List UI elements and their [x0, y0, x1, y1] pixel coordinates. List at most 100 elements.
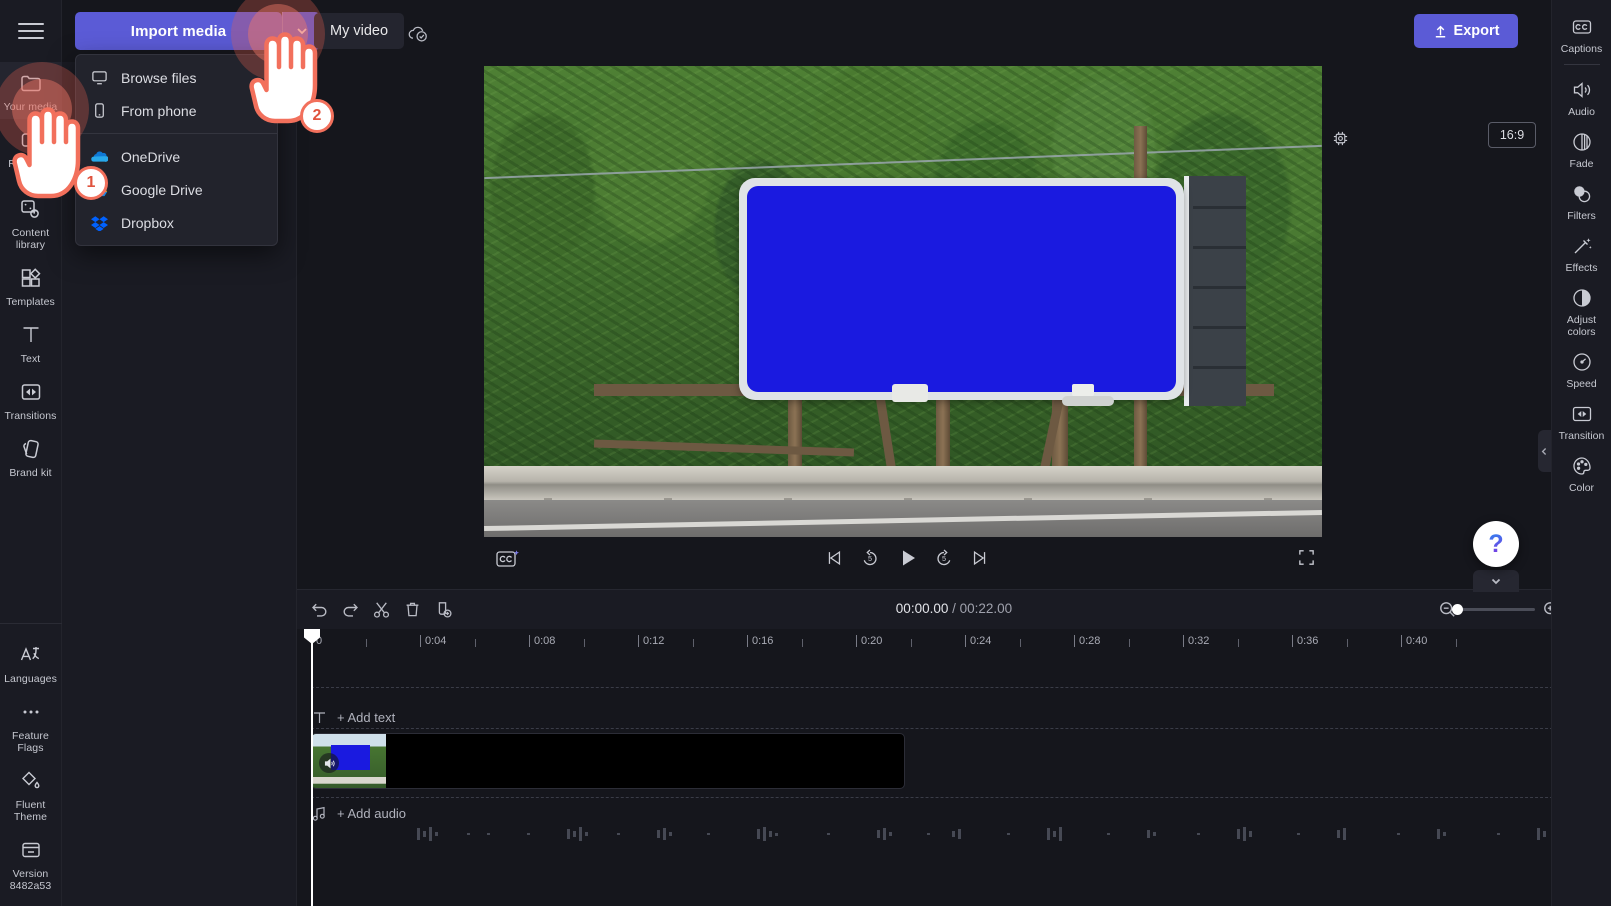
ruler-label: 0:04	[425, 635, 447, 647]
upload-icon	[1435, 25, 1445, 37]
google-drive-icon	[90, 181, 108, 199]
sidebar-label: Languages	[4, 673, 57, 685]
dropbox-icon	[90, 214, 108, 232]
right-item-captions[interactable]: Captions	[1552, 8, 1611, 60]
right-item-label: Fade	[1569, 158, 1594, 170]
menu-item-browse-files[interactable]: Browse files	[76, 61, 277, 94]
sidebar-item-record-create[interactable]: Record & create	[0, 119, 62, 188]
sidebar-bottom-group: Languages Feature Flags Fluent Theme Ver…	[0, 623, 62, 906]
ruler-tick-major	[1401, 635, 1402, 647]
play-button[interactable]	[897, 547, 919, 569]
sidebar-item-brand-kit[interactable]: Brand kit	[0, 428, 62, 485]
timeline-time-display: 00:00.00 / 00:22.00	[297, 601, 1611, 616]
adjust-colors-icon	[1570, 286, 1594, 310]
sidebar-item-version[interactable]: Version 8482a53	[0, 829, 62, 898]
sidebar-item-fluent-theme[interactable]: Fluent Theme	[0, 760, 62, 829]
billboard-blue-screen	[747, 186, 1176, 392]
sidebar-item-feature-flags[interactable]: Feature Flags	[0, 691, 62, 760]
clip-mute-icon[interactable]	[319, 753, 339, 773]
track-text[interactable]: + Add text	[311, 709, 1603, 726]
filters-icon	[1570, 182, 1594, 206]
play-icon	[903, 550, 915, 566]
menu-item-dropbox[interactable]: Dropbox	[76, 206, 277, 239]
right-item-adjust-colors[interactable]: Adjust colors	[1552, 279, 1611, 343]
chip-icon[interactable]	[1332, 130, 1349, 147]
ruler-tick-minor	[365, 639, 367, 647]
captions-toggle-button[interactable]	[495, 548, 523, 570]
sidebar-item-content-library[interactable]: Content library	[0, 188, 62, 257]
video-preview-area: 16:9	[297, 62, 1551, 589]
timeline-ruler[interactable]: 0 0:04 0:08 0:12 0:16 0:20 0:24 0:28 0:32 0:36 0:4…	[297, 629, 1611, 657]
billboard-side-panel	[1184, 176, 1246, 406]
sidebar-item-text[interactable]: Text	[0, 314, 62, 371]
ruler-label: 0:24	[970, 635, 992, 647]
ruler-tick-major	[638, 635, 639, 647]
fullscreen-button[interactable]	[1297, 548, 1316, 567]
sidebar-label: Content library	[11, 227, 50, 251]
right-item-label: Audio	[1568, 106, 1595, 118]
export-button[interactable]: Export	[1414, 14, 1518, 48]
ruler-tick-major	[1183, 635, 1184, 647]
cc-icon	[1570, 15, 1594, 39]
video-clip[interactable]	[311, 733, 905, 789]
help-button[interactable]: ?	[1473, 521, 1519, 567]
ruler-tick-major	[965, 635, 966, 647]
track-audio[interactable]: + Add audio	[311, 805, 1603, 822]
billboard-plate	[1072, 384, 1094, 396]
aspect-ratio-button[interactable]: 16:9	[1488, 122, 1536, 148]
sidebar-item-transitions[interactable]: Transitions	[0, 371, 62, 428]
right-item-fade[interactable]: Fade	[1552, 123, 1611, 175]
dropbox-glyph	[90, 216, 108, 231]
ruler-tick-major	[747, 635, 748, 647]
ruler-label: 0:40	[1406, 635, 1428, 647]
total-time: 00:22.00	[959, 601, 1013, 616]
clipchamp-editor: Your media Record & create Content libra…	[0, 0, 1611, 906]
right-item-transition[interactable]: Transition	[1552, 395, 1611, 447]
rewind-5-button[interactable]: 5	[860, 548, 880, 568]
help-label: ?	[1488, 529, 1504, 558]
forward-5-button[interactable]: 5	[934, 548, 954, 568]
right-item-speed[interactable]: Speed	[1552, 343, 1611, 395]
sidebar-item-templates[interactable]: Templates	[0, 257, 62, 314]
preview-collapse-button[interactable]	[1473, 570, 1519, 592]
sidebar-item-your-media[interactable]: Your media	[0, 62, 62, 119]
sidebar-label: Version 8482a53	[9, 868, 52, 892]
ruler-label: 0:12	[643, 635, 665, 647]
ruler-tick-minor	[1019, 639, 1021, 647]
project-name-field[interactable]: My video	[314, 13, 405, 49]
hamburger-menu-button[interactable]	[0, 0, 62, 62]
playhead[interactable]	[304, 629, 320, 906]
sidebar-label: Feature Flags	[12, 730, 49, 754]
sidebar-label: Brand kit	[9, 467, 52, 479]
video-canvas[interactable]	[484, 66, 1322, 537]
timeline[interactable]: 0 0:04 0:08 0:12 0:16 0:20 0:24 0:28 0:32 0:36 0:4…	[297, 629, 1611, 906]
menu-item-google-drive[interactable]: Google Drive	[76, 173, 277, 206]
menu-separator	[76, 133, 277, 134]
hamburger-icon	[17, 23, 44, 39]
menu-item-from-phone[interactable]: From phone	[76, 94, 277, 127]
add-text-button[interactable]: + Add text	[337, 710, 395, 725]
ellipsis-icon	[18, 699, 44, 725]
menu-item-onedrive[interactable]: OneDrive	[76, 140, 277, 173]
import-media-button[interactable]: Import media	[75, 12, 282, 50]
text-t-icon	[311, 709, 328, 726]
add-audio-button[interactable]: + Add audio	[337, 806, 406, 821]
monitor-icon	[90, 69, 108, 87]
right-item-audio[interactable]: Audio	[1552, 71, 1611, 123]
skip-to-end-button[interactable]	[970, 548, 990, 568]
right-item-filters[interactable]: Filters	[1552, 175, 1611, 227]
right-item-effects[interactable]: Effects	[1552, 227, 1611, 279]
player-controls: 5 5	[297, 538, 1551, 586]
zoom-slider-knob[interactable]	[1452, 604, 1463, 615]
cloud-check-icon	[407, 24, 429, 42]
timeline-zoom-slider[interactable]	[1452, 604, 1535, 615]
skip-to-start-button[interactable]	[824, 548, 844, 568]
right-item-color[interactable]: Color	[1552, 447, 1611, 499]
right-panel-collapse-button[interactable]	[1538, 430, 1551, 472]
sidebar-label: Record & create	[8, 158, 53, 182]
right-item-label: Captions	[1560, 43, 1603, 55]
version-icon	[18, 837, 44, 863]
brand-kit-icon	[18, 436, 44, 462]
sidebar-item-languages[interactable]: Languages	[0, 634, 62, 691]
right-sidebar: Captions Audio Fade Filters Effects Adju…	[1551, 0, 1611, 906]
